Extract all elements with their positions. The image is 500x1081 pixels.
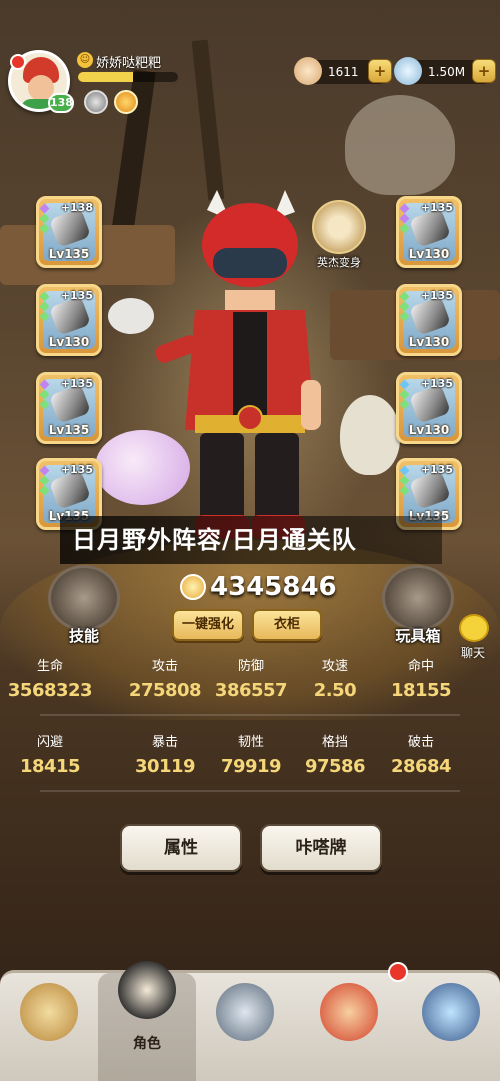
stat-accuracy: 命中 18155 xyxy=(390,659,452,701)
nav-shop[interactable] xyxy=(402,973,500,1081)
enhance-all-button[interactable]: 一键强化 xyxy=(172,609,244,641)
equip-slot-left-3[interactable]: +135 Lv135 xyxy=(36,372,102,444)
kadapai-button[interactable]: 咔嗒牌 xyxy=(260,824,382,872)
add-crystal-button[interactable]: + xyxy=(472,59,496,83)
stat-dodge: 闪避 18415 xyxy=(19,735,81,777)
equip-enhance-level: +135 xyxy=(420,377,453,390)
skills-button[interactable]: 技能 xyxy=(42,565,126,649)
crystal-icon xyxy=(394,57,422,85)
bottom-navigation: 角色 xyxy=(0,961,500,1081)
armor-equip-icon xyxy=(408,208,452,248)
skills-label: 技能 xyxy=(68,627,99,645)
boots-equip-icon xyxy=(408,384,452,424)
equip-enhance-level: +135 xyxy=(420,463,453,476)
currency-shell-value: 1611 xyxy=(328,65,359,79)
combat-power-icon xyxy=(180,574,206,600)
player-name: 娇娇哒粑粑 xyxy=(96,56,162,71)
gauntlet-equip-icon xyxy=(48,384,92,424)
hero-transform-label: 英杰变身 xyxy=(317,256,361,269)
toy-box-button[interactable]: 玩具箱 xyxy=(376,565,460,649)
equip-slot-right-3[interactable]: +135 Lv130 xyxy=(396,372,462,444)
stat-hp: 生命 3568323 xyxy=(7,659,93,701)
skill-book-icon xyxy=(48,565,120,631)
gem-sockets xyxy=(39,203,50,235)
currency-crystal-value: 1.50M xyxy=(428,65,466,79)
stat-tenacity: 韧性 79919 xyxy=(220,735,282,777)
gem-sockets xyxy=(399,465,410,497)
lineup-banner: 日月野外阵容/日月通关队 xyxy=(60,516,442,564)
equip-enhance-level: +135 xyxy=(420,289,453,302)
gem-sockets xyxy=(399,203,410,235)
stat-attack-speed: 攻速 2.50 xyxy=(313,659,357,701)
necklace-equip-icon xyxy=(408,470,452,510)
equip-slot-left-1[interactable]: +138 Lv135 xyxy=(36,196,102,268)
equip-level: Lv130 xyxy=(408,335,450,349)
nav-pet[interactable] xyxy=(0,973,98,1081)
stat-pierce: 破击 28684 xyxy=(390,735,452,777)
player-level-badge: 138 xyxy=(48,93,74,113)
combat-power-value: 4345846 xyxy=(210,572,337,602)
equip-enhance-level: +135 xyxy=(420,201,453,214)
dino-companion-icon xyxy=(320,983,378,1041)
currency-shell: 1611 + xyxy=(294,57,392,85)
equip-enhance-level: +138 xyxy=(60,201,93,214)
stat-block: 格挡 97586 xyxy=(304,735,366,777)
nav-weapon[interactable] xyxy=(196,973,294,1081)
equip-slot-left-2[interactable]: +135 Lv130 xyxy=(36,284,102,356)
equip-level: Lv130 xyxy=(408,423,450,437)
red-tag-icon xyxy=(10,54,26,70)
nav-character-label: 角色 xyxy=(133,1036,161,1052)
equip-enhance-level: +135 xyxy=(60,289,93,302)
equip-level: Lv135 xyxy=(48,423,90,437)
gem-sockets xyxy=(39,465,50,497)
bunny-decoration xyxy=(108,298,154,334)
gem-sockets xyxy=(399,379,410,411)
sword-equip-icon xyxy=(48,296,92,336)
wardrobe-button[interactable]: 衣柜 xyxy=(252,609,322,641)
shield-equip-icon xyxy=(48,470,92,510)
stat-crit: 暴击 30119 xyxy=(134,735,196,777)
stat-defense: 防御 386557 xyxy=(214,659,288,701)
add-shell-button[interactable]: + xyxy=(368,59,392,83)
attributes-button[interactable]: 属性 xyxy=(120,824,242,872)
stats-divider-2 xyxy=(40,790,460,792)
hero-transform-button[interactable]: 英杰变身 xyxy=(306,200,372,270)
nav-companion[interactable] xyxy=(300,973,398,1081)
equip-slot-right-1[interactable]: +135 Lv130 xyxy=(396,196,462,268)
vip-badge-icon[interactable] xyxy=(114,90,138,114)
xp-bar xyxy=(78,72,178,82)
sword-icon xyxy=(216,983,274,1041)
stat-attack: 攻击 275808 xyxy=(128,659,202,701)
gem-sockets xyxy=(39,379,50,411)
shell-icon xyxy=(294,57,322,85)
notification-bell-icon xyxy=(388,962,408,982)
top-hud: 138 ☺ 娇娇哒粑粑 1611 + 1.50M + xyxy=(0,0,500,120)
equip-level: Lv130 xyxy=(408,247,450,261)
hero-portrait-icon xyxy=(312,200,366,254)
character-icon xyxy=(118,961,176,1019)
equip-enhance-level: +135 xyxy=(60,463,93,476)
helmet-equip-icon xyxy=(48,208,92,248)
crystal-shrine-icon xyxy=(422,983,480,1041)
pet-icon xyxy=(20,983,78,1041)
equip-enhance-level: +135 xyxy=(60,377,93,390)
xp-bar-fill xyxy=(78,72,133,82)
smiley-icon: ☺ xyxy=(77,52,93,68)
stats-divider-1 xyxy=(40,714,460,716)
equip-level: Lv130 xyxy=(48,335,90,349)
toy-box-icon xyxy=(382,565,454,631)
nav-character[interactable]: 角色 xyxy=(98,961,196,1081)
chat-icon xyxy=(459,614,489,642)
gem-sockets xyxy=(399,291,410,323)
gem-sockets xyxy=(39,291,50,323)
equip-level: Lv135 xyxy=(48,247,90,261)
gear-badge-icon[interactable] xyxy=(84,90,108,114)
toy-box-label: 玩具箱 xyxy=(395,627,441,645)
equip-slot-right-2[interactable]: +135 Lv130 xyxy=(396,284,462,356)
monster-egg xyxy=(340,395,400,475)
cape-equip-icon xyxy=(408,296,452,336)
currency-crystal: 1.50M + xyxy=(394,57,496,85)
